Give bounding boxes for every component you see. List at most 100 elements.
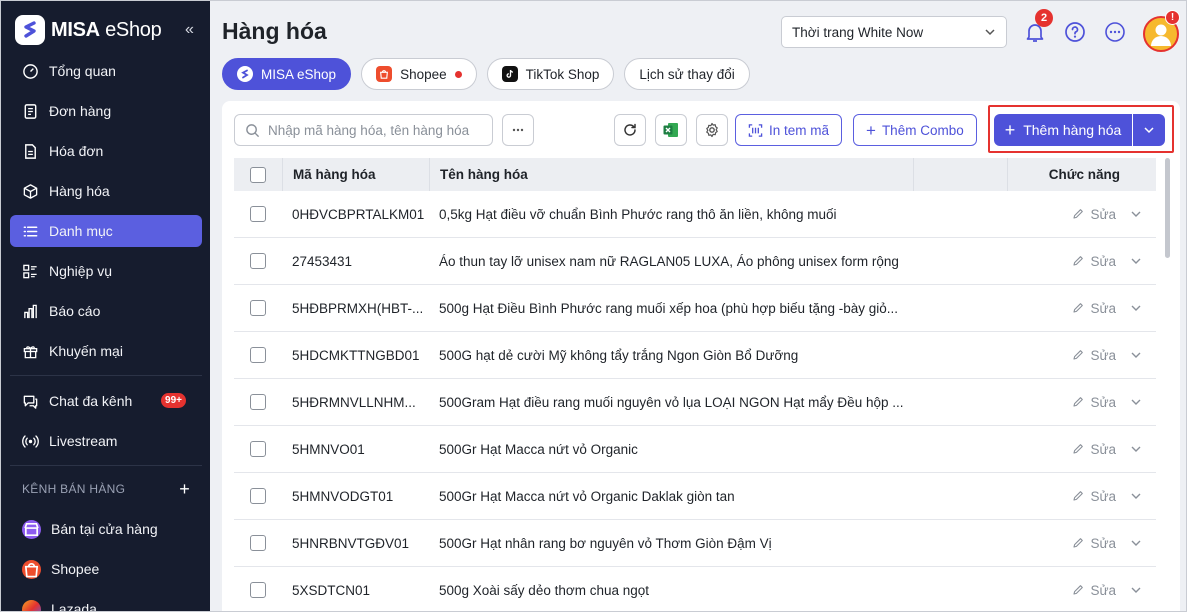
sidebar-item-danh-muc[interactable]: Danh mục (10, 215, 202, 247)
chevron-down-icon[interactable] (1130, 443, 1142, 455)
product-name: 500g Xoài sấy dẻo thơm chua ngọt (439, 582, 649, 598)
channel-item-lazada[interactable]: Lazada (10, 593, 202, 612)
chevron-down-icon[interactable] (1130, 537, 1142, 549)
channel-item-shopee[interactable]: Shopee (10, 553, 202, 585)
edit-button[interactable]: Sửa (1072, 301, 1116, 316)
table-row[interactable]: 5HĐRMNVLLNHM... 500Gram Hạt điều rang muố… (234, 379, 1156, 426)
edit-button[interactable]: Sửa (1072, 536, 1116, 551)
table-row[interactable]: 0HĐVCBPRTALKM01 0,5kg Hạt điều vỡ chuẩn B… (234, 191, 1156, 238)
chat-unread-badge: 99+ (161, 393, 186, 408)
help-icon (1065, 22, 1085, 42)
product-code: 5HMNVO01 (292, 441, 365, 457)
products-panel: In tem mã + Thêm Combo + Thêm hàng hóa M… (222, 101, 1180, 611)
channel-item-store[interactable]: Bán tại cửa hàng (10, 513, 202, 545)
tab-shopee[interactable]: Shopee (361, 58, 477, 90)
more-filters-button[interactable] (502, 114, 534, 146)
table-row[interactable]: 5HNRBNVTGĐV01 500Gr Hạt nhân rang bơ nguy… (234, 520, 1156, 567)
refresh-icon (624, 123, 636, 136)
product-name: 500Gr Hạt Macca nứt vỏ Organic (439, 441, 638, 457)
row-checkbox[interactable] (250, 488, 266, 504)
product-name: 500Gram Hạt điều rang muối nguyên vỏ lụa… (439, 394, 904, 410)
notification-count-badge: 2 (1035, 9, 1053, 27)
chevron-down-icon[interactable] (1130, 349, 1142, 361)
sidebar-item-label: Khuyến mại (49, 343, 123, 359)
row-checkbox[interactable] (250, 582, 266, 598)
chevron-down-icon[interactable] (1130, 584, 1142, 596)
edit-button[interactable]: Sửa (1072, 254, 1116, 269)
bar-chart-icon (24, 304, 37, 318)
chevron-down-icon[interactable] (1130, 490, 1142, 502)
help-button[interactable] (1063, 20, 1087, 44)
print-barcode-button[interactable]: In tem mã (735, 114, 843, 146)
row-checkbox[interactable] (250, 300, 266, 316)
collapse-sidebar-button[interactable]: « (185, 21, 194, 39)
chevron-down-icon[interactable] (1130, 396, 1142, 408)
row-checkbox[interactable] (250, 441, 266, 457)
tab-change-history[interactable]: Lịch sử thay đổi (624, 58, 750, 90)
column-header-name[interactable]: Tên hàng hóa (429, 158, 913, 191)
refresh-button[interactable] (614, 114, 646, 146)
page-title: Hàng hóa (222, 18, 327, 44)
table-row[interactable]: 5XSDTCN01 500g Xoài sấy dẻo thơm chua ngọ… (234, 567, 1156, 611)
table-row[interactable]: 5HDCMKTTNGBD01 500G hạt dẻ cười Mỹ không … (234, 332, 1156, 379)
edit-button[interactable]: Sửa (1072, 442, 1116, 457)
tab-misa-eshop[interactable]: MISA eShop (222, 58, 352, 90)
edit-button[interactable]: Sửa (1072, 583, 1116, 598)
channel-label: Lazada (51, 601, 97, 612)
add-product-dropdown-button[interactable] (1133, 114, 1165, 146)
edit-label: Sửa (1090, 582, 1116, 598)
sidebar-item-don-hang[interactable]: Đơn hàng (10, 95, 202, 127)
sidebar-item-chat-da-kenh[interactable]: Chat đa kênh 99+ (10, 385, 202, 417)
row-checkbox[interactable] (250, 347, 266, 363)
edit-button[interactable]: Sửa (1072, 395, 1116, 410)
table-row[interactable]: 5HMNVODGT01 500Gr Hạt Macca nứt vỏ Organi… (234, 473, 1156, 520)
column-header-actions: Chức năng (1007, 158, 1156, 191)
table-row[interactable]: 5HĐBPRMXH(HBT-... 500g Hạt Điều Bình Phướ… (234, 285, 1156, 332)
column-header-blank (913, 158, 1007, 191)
tasks-icon (23, 264, 37, 278)
search-box[interactable] (234, 114, 493, 146)
chevron-down-icon[interactable] (1130, 302, 1142, 314)
table-row[interactable]: 5HMNVO01 500Gr Hạt Macca nứt vỏ Organic Sử… (234, 426, 1156, 473)
tab-tiktok-shop[interactable]: TikTok Shop (486, 58, 615, 90)
tab-label: Shopee (400, 66, 447, 82)
sales-channels-header: KÊNH BÁN HÀNG + (10, 475, 202, 503)
add-combo-button[interactable]: + Thêm Combo (853, 114, 977, 146)
edit-button[interactable]: Sửa (1072, 207, 1116, 222)
store-selector[interactable]: Thời trang White Now (781, 16, 1007, 48)
chevron-down-icon[interactable] (1130, 255, 1142, 267)
add-product-button[interactable]: + Thêm hàng hóa (994, 114, 1132, 146)
add-product-highlight: + Thêm hàng hóa (988, 105, 1174, 153)
row-checkbox[interactable] (250, 206, 266, 222)
row-checkbox[interactable] (250, 253, 266, 269)
brand-logo[interactable]: MISA eShop (15, 15, 162, 45)
row-checkbox[interactable] (250, 394, 266, 410)
sidebar-item-livestream[interactable]: Livestream (10, 425, 202, 457)
sidebar-item-bao-cao[interactable]: Báo cáo (10, 295, 202, 327)
app-window: MISA eShop « Tổng quan Đơn hàng Hóa đơn … (0, 0, 1187, 612)
sidebar-item-nghiep-vu[interactable]: Nghiệp vụ (10, 255, 202, 287)
chevron-down-icon[interactable] (1130, 208, 1142, 220)
sidebar-item-hoa-don[interactable]: Hóa đơn (10, 135, 202, 167)
product-code: 5XSDTCN01 (292, 582, 371, 598)
table-scrollbar[interactable] (1165, 158, 1171, 358)
sidebar-divider (10, 375, 202, 376)
store-channel-icon (22, 519, 41, 539)
edit-button[interactable]: Sửa (1072, 348, 1116, 363)
scrollbar-thumb[interactable] (1165, 158, 1170, 258)
pencil-icon (1073, 209, 1084, 219)
add-product-label: Thêm hàng hóa (1023, 122, 1122, 138)
table-row[interactable]: 27453431 Áo thun tay lỡ unisex nam nữ RAG… (234, 238, 1156, 285)
select-all-checkbox[interactable] (250, 166, 266, 183)
sidebar-item-khuyen-mai[interactable]: Khuyến mại (10, 335, 202, 367)
add-channel-button[interactable]: + (179, 479, 190, 500)
export-excel-button[interactable] (655, 114, 687, 146)
more-options-button[interactable] (1103, 20, 1127, 44)
sidebar-item-hang-hoa[interactable]: Hàng hóa (10, 175, 202, 207)
settings-button[interactable] (696, 114, 728, 146)
column-header-code[interactable]: Mã hàng hóa (282, 158, 429, 191)
sidebar-item-tong-quan[interactable]: Tổng quan (10, 55, 202, 87)
search-input[interactable] (268, 122, 478, 138)
row-checkbox[interactable] (250, 535, 266, 551)
edit-button[interactable]: Sửa (1072, 489, 1116, 504)
